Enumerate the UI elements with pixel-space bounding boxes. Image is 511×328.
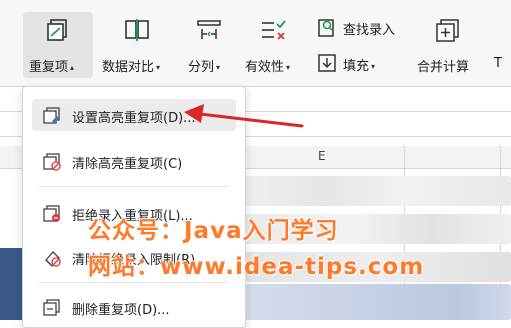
annotation-arrow	[184, 104, 304, 128]
